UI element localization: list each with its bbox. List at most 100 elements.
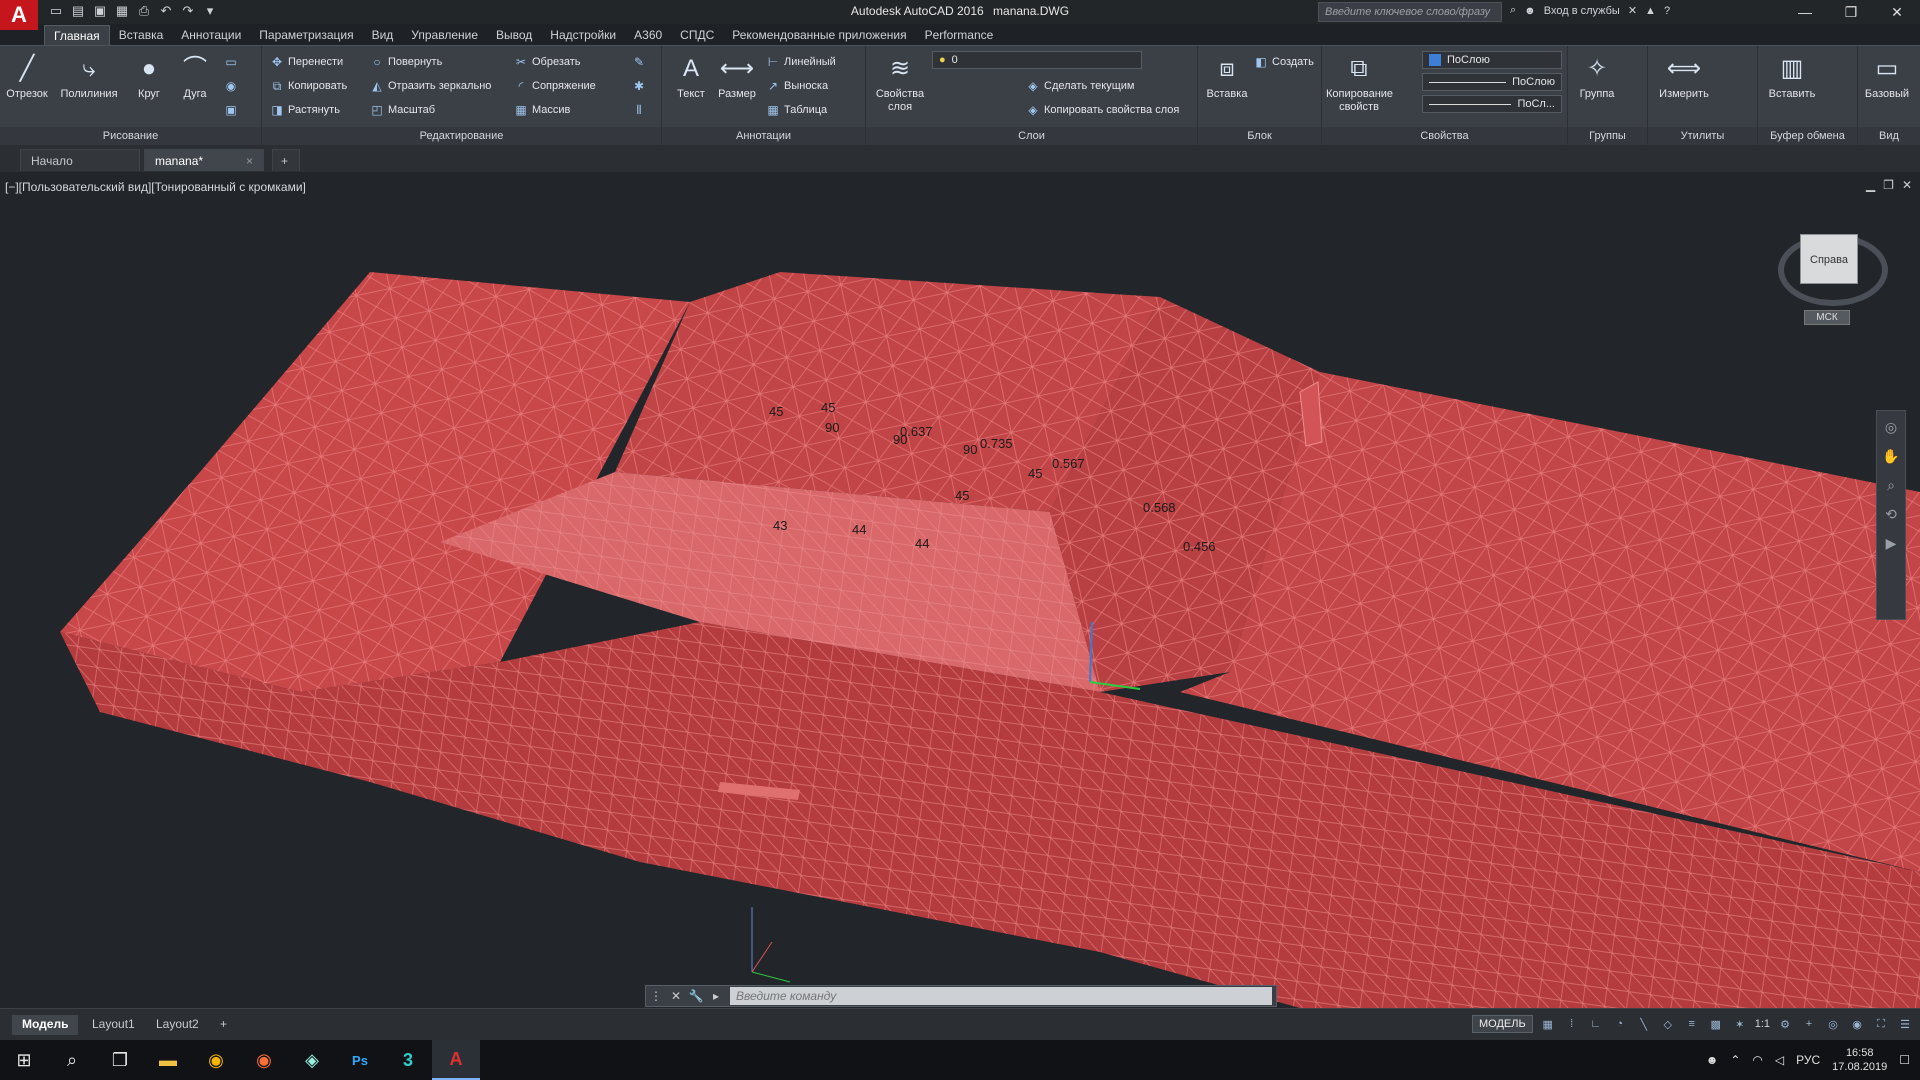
polyline-button[interactable]: ⤷ Полилиния [54,52,124,101]
drawing-viewport[interactable]: [−][Пользовательский вид][Тонированный с… [0,172,1920,1008]
tab-performance[interactable]: Performance [916,25,1003,45]
array-button[interactable]: ▦ Массив [514,100,570,120]
save-icon[interactable]: ▣ [92,3,108,19]
people-icon[interactable]: ☻ [1706,1053,1719,1067]
tab-model[interactable]: Модель [12,1015,79,1035]
dimension-label[interactable]: 45 [769,404,783,419]
dimension-label[interactable]: 0.735 [980,436,1013,451]
signin-link[interactable]: Вход в службы [1544,5,1620,17]
fullscreen-icon[interactable]: ⛶ [1872,1018,1890,1031]
file-explorer-icon[interactable]: ▬ [144,1040,192,1080]
tab-annotate[interactable]: Аннотации [172,25,250,45]
tab-parametric[interactable]: Параметризация [250,25,362,45]
save-as-icon[interactable]: ▦ [114,3,130,19]
redo-icon[interactable]: ↷ [180,3,196,19]
layer-properties-button[interactable]: ≋ Свойства слоя [870,52,930,114]
make-current-button[interactable]: ◈ Сделать текущим [1026,76,1134,96]
annotation-scale-icon[interactable]: ✶ [1731,1018,1749,1031]
volume-icon[interactable]: ◁ [1775,1053,1784,1067]
viewport-label[interactable]: [−][Пользовательский вид][Тонированный с… [5,180,306,194]
properties-panel-title[interactable]: Свойства [1322,127,1567,145]
plus-icon[interactable]: + [1800,1018,1818,1030]
steering-wheel-icon[interactable]: ◎ [1885,419,1897,436]
snap-icon[interactable]: ⁞ [1563,1018,1581,1030]
line-button[interactable]: ╱ Отрезок [2,52,52,101]
qat-menu-icon[interactable]: ▾ [202,3,218,19]
dimension-label[interactable]: 0.637 [900,424,933,439]
dimension-label[interactable]: 0.567 [1052,456,1085,471]
copy-button[interactable]: ⧉ Копировать [270,76,348,96]
layer-dropdown[interactable]: ● 0 [932,51,1142,69]
hardware-icon[interactable]: ◉ [1848,1018,1866,1031]
tab-start[interactable]: Начало [20,149,140,171]
chrome-icon[interactable]: ◉ [192,1040,240,1080]
autodesk-icon[interactable]: ▲ [1645,5,1656,17]
dimension-label[interactable]: 90 [963,442,977,457]
rotate-button[interactable]: ○ Повернуть [370,52,442,72]
tab-home[interactable]: Главная [44,25,110,45]
viewport-close-icon[interactable]: ✕ [1902,178,1912,192]
view-panel-title[interactable]: Вид [1858,127,1920,145]
insert-block-button[interactable]: ⧈ Вставка [1202,52,1252,101]
scale-value[interactable]: 1:1 [1755,1018,1770,1030]
zoom-icon[interactable]: ⌕ [1887,477,1895,494]
dimension-button[interactable]: ⟷ Размер [712,52,762,101]
tab-manage[interactable]: Управление [402,25,487,45]
viewcube-face[interactable]: Справа [1800,234,1858,284]
new-file-icon[interactable]: ▭ [48,3,64,19]
pan-icon[interactable]: ✋ [1882,448,1899,465]
mirror-button[interactable]: ◭ Отразить зеркально [370,76,491,96]
match-layer-button[interactable]: ◈ Копировать свойства слоя [1026,100,1179,120]
undo-icon[interactable]: ↶ [158,3,174,19]
offset-button[interactable]: ⫴ [632,100,646,120]
move-button[interactable]: ✥ Перенести [270,52,343,72]
autocad-taskbar-icon[interactable]: A [432,1040,480,1080]
car-wireframe-model[interactable] [0,172,1920,1008]
dimension-label[interactable]: 0.456 [1183,539,1216,554]
region-button[interactable]: ▣ [224,100,238,120]
trim-button[interactable]: ✂ Обрезать [514,52,581,72]
scale-button[interactable]: ◰ Масштаб [370,100,435,120]
linear-button[interactable]: ⊢ Линейный [766,52,836,72]
viewport-restore-icon[interactable]: ❐ [1883,178,1894,192]
app-icon[interactable]: ◈ [288,1040,336,1080]
cmd-prompt-icon[interactable]: ▸ [706,989,726,1003]
add-layout-button[interactable]: + [210,1015,237,1035]
new-tab-button[interactable]: + [272,149,300,171]
notifications-icon[interactable]: ☐ [1899,1053,1910,1067]
block-panel-title[interactable]: Блок [1198,127,1321,145]
color-dropdown[interactable]: ПоСлою [1422,51,1562,69]
photoshop-icon[interactable]: Ps [336,1040,384,1080]
binoculars-icon[interactable]: ⌕ [1510,4,1516,17]
3dsmax-icon[interactable]: 3 [384,1040,432,1080]
hatch-button[interactable]: ◉ [224,76,238,96]
tab-a360[interactable]: A360 [625,25,671,45]
print-icon[interactable]: ⎙ [136,3,152,19]
tab-layout2[interactable]: Layout2 [146,1015,209,1035]
close-tab-icon[interactable]: × [246,154,253,168]
lineweight-icon[interactable]: ≡ [1683,1018,1701,1030]
modify-panel-title[interactable]: Редактирование [262,127,661,145]
settings-gear-icon[interactable]: ⚙ [1776,1018,1794,1031]
lineweight-dropdown[interactable]: ПоСл... [1422,95,1562,113]
windows-start-icon[interactable]: ⊞ [0,1040,48,1080]
fillet-button[interactable]: ◜ Сопряжение [514,76,596,96]
customize-menu-icon[interactable]: ☰ [1896,1018,1914,1031]
tab-view[interactable]: Вид [363,25,403,45]
transparency-icon[interactable]: ▩ [1707,1018,1725,1031]
help-search-input[interactable]: Введите ключевое слово/фразу [1318,2,1502,22]
input-language[interactable]: РУС [1796,1053,1820,1067]
rectangle-button[interactable]: ▭ [224,52,238,72]
clock[interactable]: 16:58 17.08.2019 [1832,1046,1887,1074]
groups-panel-title[interactable]: Группы [1568,127,1647,145]
stretch-button[interactable]: ◨ Растянуть [270,100,340,120]
linetype-dropdown[interactable]: ПоСлою [1422,73,1562,91]
autocad-app-button[interactable]: A [0,0,38,30]
command-input[interactable] [730,987,1272,1005]
cmd-customize-icon[interactable]: 🔧 [686,989,706,1003]
task-view-icon[interactable]: ❐ [96,1040,144,1080]
ortho-icon[interactable]: ∟ [1587,1018,1605,1030]
object-snap-icon[interactable]: ◇ [1659,1018,1677,1031]
dimension-label[interactable]: 44 [852,522,866,537]
leader-button[interactable]: ↗ Выноска [766,76,828,96]
